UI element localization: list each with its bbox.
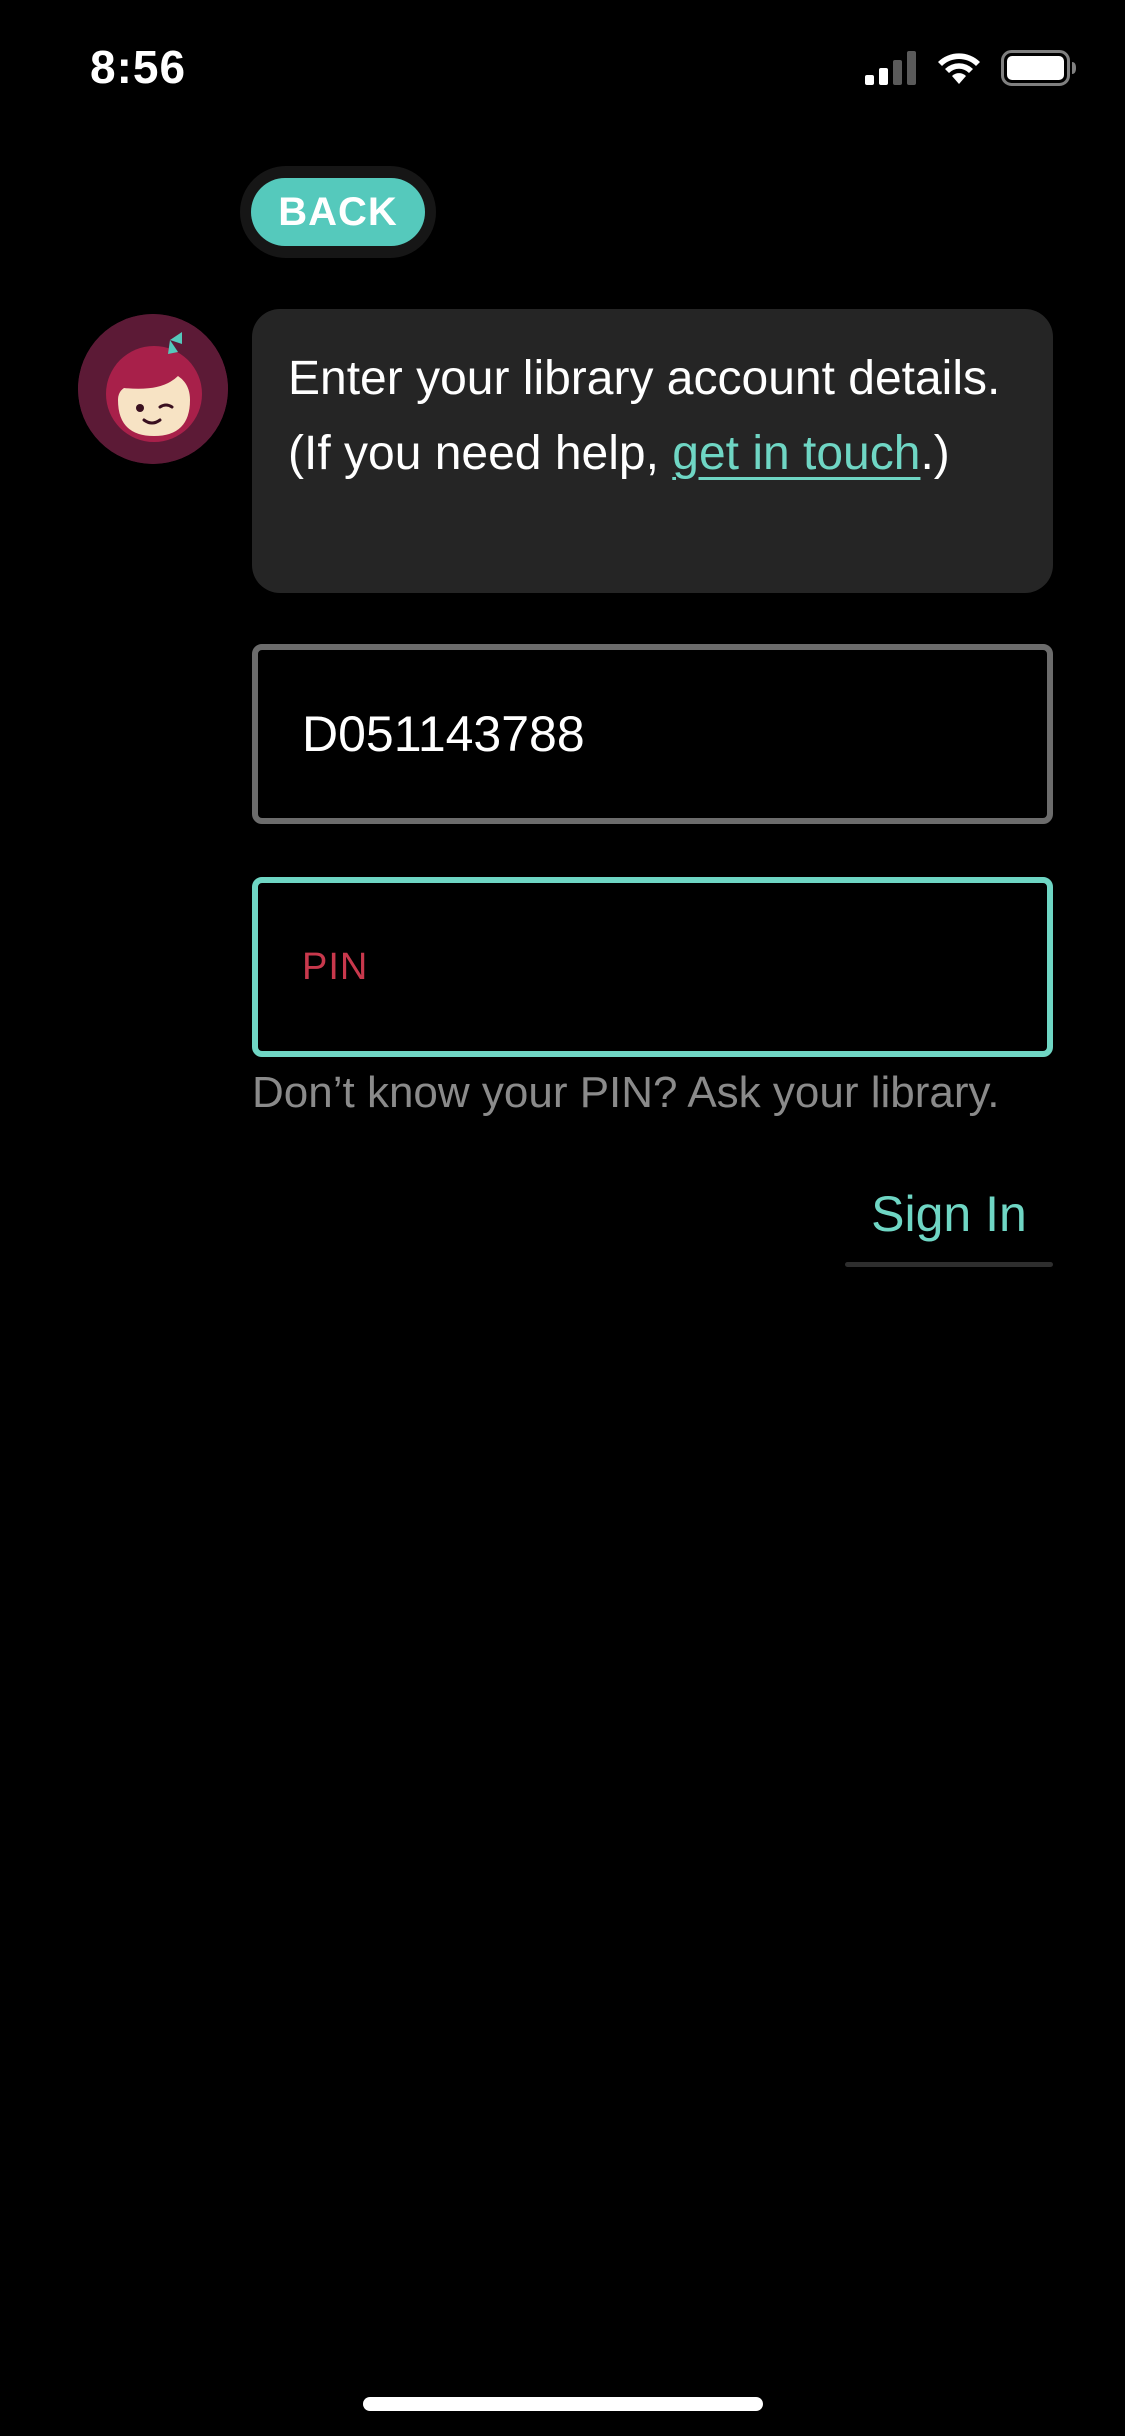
status-time: 8:56 [90, 41, 187, 93]
wifi-icon [935, 50, 983, 91]
librarian-face-icon [78, 314, 228, 464]
back-button[interactable]: BACK [240, 166, 436, 258]
pin-input[interactable] [300, 944, 1047, 990]
sign-in-underline [845, 1262, 1053, 1267]
back-button-label: BACK [251, 178, 425, 246]
library-card-input[interactable] [300, 704, 1047, 764]
avatar [78, 314, 228, 464]
pin-hint: Don’t know your PIN? Ask your library. [252, 1068, 1000, 1117]
home-indicator[interactable] [363, 2397, 763, 2411]
sign-in-button[interactable]: Sign In [845, 1174, 1053, 1270]
pin-field[interactable] [252, 877, 1053, 1057]
message-bubble: Enter your library account details. (If … [252, 309, 1053, 593]
library-card-field[interactable] [252, 644, 1053, 824]
message-text-end: .) [920, 427, 950, 480]
status-icons [865, 50, 1077, 91]
get-in-touch-link[interactable]: get in touch [672, 427, 920, 480]
sign-in-label: Sign In [871, 1186, 1027, 1242]
battery-icon [1001, 50, 1077, 91]
signal-icon [865, 51, 917, 90]
